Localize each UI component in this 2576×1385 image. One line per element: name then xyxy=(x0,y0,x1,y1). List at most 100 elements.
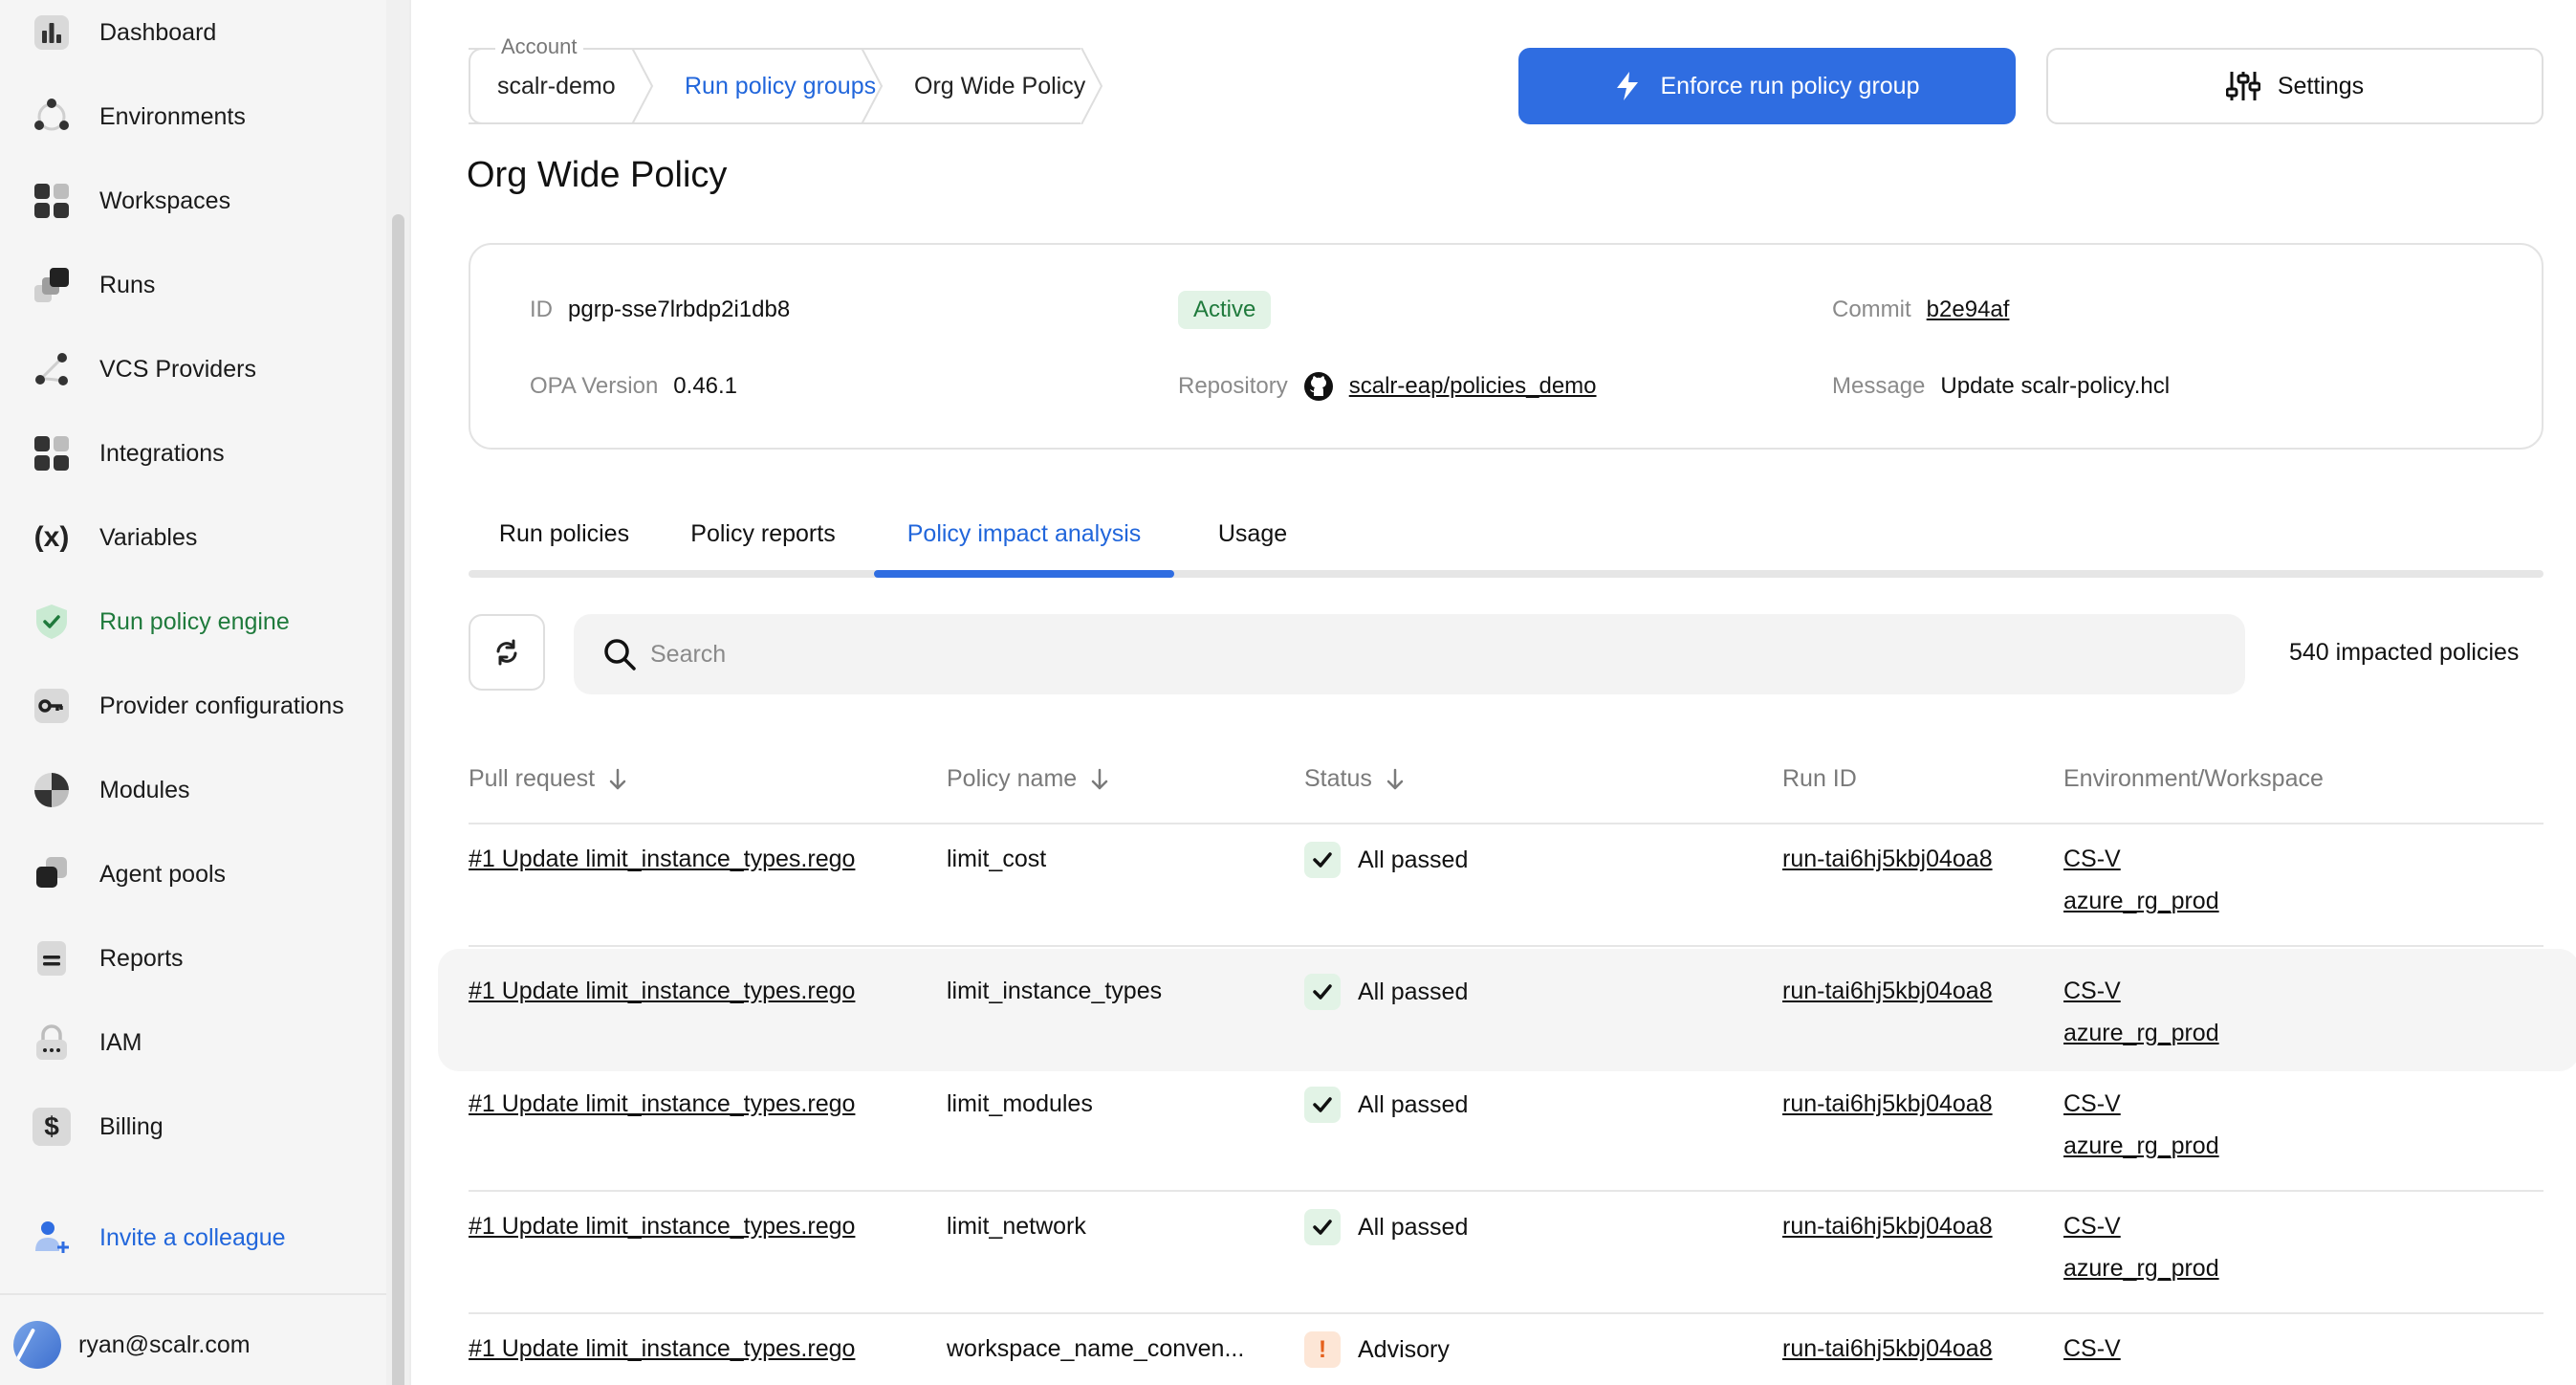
policy-name: limit_network xyxy=(947,1213,1086,1240)
policy-group-details-card: ID pgrp-sse7lrbdp2i1db8 Active Commit b2… xyxy=(469,243,2543,450)
breadcrumb-item-current: Org Wide Policy xyxy=(914,72,1086,99)
github-icon xyxy=(1303,371,1334,402)
sort-arrow-down-icon xyxy=(608,768,627,791)
sidebar-item-label: Agent pools xyxy=(99,860,227,888)
sidebar-scrollbar-thumb[interactable] xyxy=(392,214,404,1385)
run-id-link[interactable]: run-tai6hj5kbj04oa8 xyxy=(1782,1213,1993,1241)
check-icon xyxy=(1304,974,1341,1010)
workspaces-icon xyxy=(31,180,73,222)
status-cell: All passed xyxy=(1304,842,1468,878)
tab-policy-impact-analysis[interactable]: Policy impact analysis xyxy=(874,497,1174,570)
sidebar-item-environments[interactable]: Environments xyxy=(31,88,375,145)
id-value: pgrp-sse7lrbdp2i1db8 xyxy=(568,297,791,322)
sidebar-item-run-policy-engine[interactable]: Run policy engine xyxy=(31,593,375,650)
table-row[interactable]: #1 Update limit_instance_types.rego limi… xyxy=(438,949,2576,1071)
environment-link[interactable]: CS-V xyxy=(2063,978,2121,1005)
enforce-run-policy-group-button[interactable]: Enforce run policy group xyxy=(1518,48,2016,124)
user-menu[interactable]: ryan@scalr.com xyxy=(13,1321,251,1369)
status-cell: All passed xyxy=(1304,1209,1468,1245)
policy-name: workspace_name_conven... xyxy=(947,1335,1245,1362)
sidebar-item-label: Integrations xyxy=(99,439,225,467)
tab-usage[interactable]: Usage xyxy=(1176,497,1329,570)
sidebar-item-modules[interactable]: Modules xyxy=(31,761,375,819)
sidebar-item-reports[interactable]: Reports xyxy=(31,930,375,987)
commit-link[interactable]: b2e94af xyxy=(1927,297,2010,323)
search-input[interactable] xyxy=(650,640,2085,669)
column-header-environment-workspace: Environment/Workspace xyxy=(2063,765,2324,792)
lock-icon xyxy=(31,1022,73,1064)
column-header-status[interactable]: Status xyxy=(1304,765,1405,793)
pull-request-link[interactable]: #1 Update limit_instance_types.rego xyxy=(469,846,855,873)
table-row[interactable]: #1 Update limit_instance_types.rego limi… xyxy=(469,1192,2543,1314)
workspace-link[interactable]: azure_rg_prod xyxy=(2063,1020,2219,1047)
user-email: ryan@scalr.com xyxy=(78,1330,251,1358)
opa-version-value: 0.46.1 xyxy=(673,373,738,399)
sidebar-item-runs[interactable]: Runs xyxy=(31,256,375,314)
repository-field: Repository scalr-eap/policies_demo xyxy=(1178,367,1597,406)
pull-request-link[interactable]: #1 Update limit_instance_types.rego xyxy=(469,978,855,1005)
environment-link[interactable]: CS-V xyxy=(2063,1213,2121,1241)
run-id-link[interactable]: run-tai6hj5kbj04oa8 xyxy=(1782,1090,1993,1118)
repository-link[interactable]: scalr-eap/policies_demo xyxy=(1349,373,1597,400)
environment-link[interactable]: CS-V xyxy=(2063,1335,2121,1363)
sort-arrow-down-icon xyxy=(1090,768,1109,791)
search-box[interactable] xyxy=(574,614,2245,694)
workspace-link[interactable]: azure_rg_prod xyxy=(2063,1255,2219,1283)
table-row[interactable]: #1 Update limit_instance_types.rego work… xyxy=(469,1314,2543,1385)
table-row[interactable]: #1 Update limit_instance_types.rego limi… xyxy=(469,824,2543,947)
reports-icon xyxy=(31,937,73,979)
impacted-policies-count: 540 impacted policies xyxy=(2289,639,2520,666)
settings-button[interactable]: Settings xyxy=(2046,48,2543,124)
tab-policy-reports[interactable]: Policy reports xyxy=(660,497,866,570)
commit-field: Commit b2e94af xyxy=(1832,297,2010,323)
policy-name: limit_cost xyxy=(947,846,1047,872)
billing-icon: $ xyxy=(31,1106,73,1148)
id-field: ID pgrp-sse7lrbdp2i1db8 xyxy=(530,297,791,322)
tab-bar: Run policies Policy reports Policy impac… xyxy=(469,497,2543,578)
refresh-button[interactable] xyxy=(469,614,545,691)
column-header-pull-request[interactable]: Pull request xyxy=(469,765,627,793)
sidebar-scrollbar[interactable] xyxy=(386,0,409,1385)
environment-link[interactable]: CS-V xyxy=(2063,1090,2121,1118)
sidebar-item-label: Provider configurations xyxy=(99,692,344,719)
breadcrumb: Account scalr-demo Run policy groups Org… xyxy=(469,34,1138,124)
shield-check-icon xyxy=(31,601,73,643)
opa-version-field: OPA Version 0.46.1 xyxy=(530,373,738,399)
tab-run-policies[interactable]: Run policies xyxy=(469,497,660,570)
key-icon xyxy=(31,685,73,727)
tab-track xyxy=(469,570,2543,578)
column-header-policy-name[interactable]: Policy name xyxy=(947,765,1109,793)
sidebar-item-label: Reports xyxy=(99,944,184,972)
check-icon xyxy=(1304,842,1341,878)
refresh-icon xyxy=(492,638,521,667)
pull-request-link[interactable]: #1 Update limit_instance_types.rego xyxy=(469,1213,855,1241)
pull-request-link[interactable]: #1 Update limit_instance_types.rego xyxy=(469,1090,855,1118)
table-row[interactable]: #1 Update limit_instance_types.rego limi… xyxy=(469,1069,2543,1192)
status-cell: All passed xyxy=(1304,1087,1468,1123)
sidebar-item-dashboard[interactable]: Dashboard xyxy=(31,4,375,61)
breadcrumb-item-account[interactable]: scalr-demo xyxy=(497,48,616,124)
breadcrumb-item-run-policy-groups[interactable]: Run policy groups xyxy=(685,48,876,124)
sidebar-item-vcs-providers[interactable]: VCS Providers xyxy=(31,341,375,398)
run-id-link[interactable]: run-tai6hj5kbj04oa8 xyxy=(1782,978,1993,1005)
sort-arrow-down-icon xyxy=(1386,768,1405,791)
environment-link[interactable]: CS-V xyxy=(2063,846,2121,873)
pull-request-link[interactable]: #1 Update limit_instance_types.rego xyxy=(469,1335,855,1363)
workspace-link[interactable]: azure_rg_prod xyxy=(2063,1132,2219,1160)
run-id-link[interactable]: run-tai6hj5kbj04oa8 xyxy=(1782,846,1993,873)
vcs-icon xyxy=(31,348,73,390)
sidebar-item-integrations[interactable]: Integrations xyxy=(31,425,375,482)
sidebar-item-provider-configurations[interactable]: Provider configurations xyxy=(31,677,375,735)
sidebar-item-variables[interactable]: (x) Variables xyxy=(31,509,375,566)
status-field: Active xyxy=(1178,291,1272,329)
active-tab-indicator xyxy=(874,570,1174,578)
sidebar-item-billing[interactable]: $ Billing xyxy=(31,1098,375,1155)
sidebar-item-agent-pools[interactable]: Agent pools xyxy=(31,846,375,903)
sidebar-item-iam[interactable]: IAM xyxy=(31,1014,375,1071)
sidebar-item-label: Billing xyxy=(99,1112,164,1140)
workspace-link[interactable]: azure_rg_prod xyxy=(2063,888,2219,915)
invite-colleague-link[interactable]: Invite a colleague xyxy=(31,1209,375,1266)
sidebar-item-workspaces[interactable]: Workspaces xyxy=(31,172,375,230)
run-id-link[interactable]: run-tai6hj5kbj04oa8 xyxy=(1782,1335,1993,1363)
policy-name: limit_modules xyxy=(947,1090,1093,1117)
